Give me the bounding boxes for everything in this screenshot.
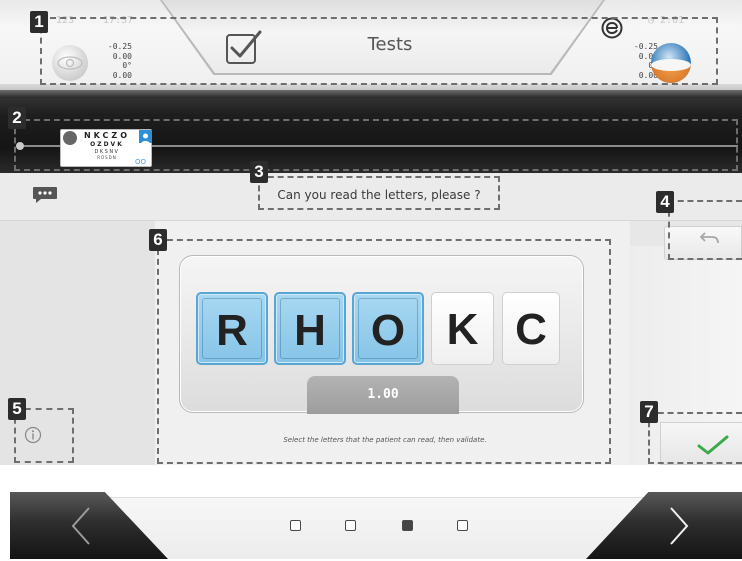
speech-bubble-icon[interactable] bbox=[32, 186, 58, 204]
page-indicator-3[interactable] bbox=[402, 520, 413, 531]
app-root: 123 17:37 ◷ 2:01 Tests -0.25 0.00 0° 0.0… bbox=[0, 0, 742, 561]
annotation-tag-1: 1 bbox=[30, 11, 48, 33]
annotation-box-1 bbox=[40, 17, 718, 85]
chevron-left-icon bbox=[71, 507, 90, 545]
annotation-tag-2: 2 bbox=[8, 107, 26, 129]
annotation-tag-3: 3 bbox=[250, 161, 268, 183]
annotation-tag-4: 4 bbox=[656, 191, 674, 213]
annotation-box-7 bbox=[648, 412, 742, 464]
annotation-tag-6: 6 bbox=[149, 229, 167, 251]
page-indicator-1[interactable] bbox=[290, 520, 301, 531]
annotation-box-2 bbox=[14, 119, 738, 171]
annotation-box-3 bbox=[258, 176, 500, 210]
page-indicator-4[interactable] bbox=[457, 520, 468, 531]
annotation-box-4 bbox=[668, 200, 742, 260]
annotation-tag-5: 5 bbox=[8, 398, 26, 420]
annotation-tag-7: 7 bbox=[640, 401, 658, 423]
chevron-right-icon bbox=[670, 507, 689, 545]
page-indicator-2[interactable] bbox=[345, 520, 356, 531]
annotation-box-6 bbox=[157, 239, 611, 464]
strip-highlight bbox=[0, 90, 742, 98]
